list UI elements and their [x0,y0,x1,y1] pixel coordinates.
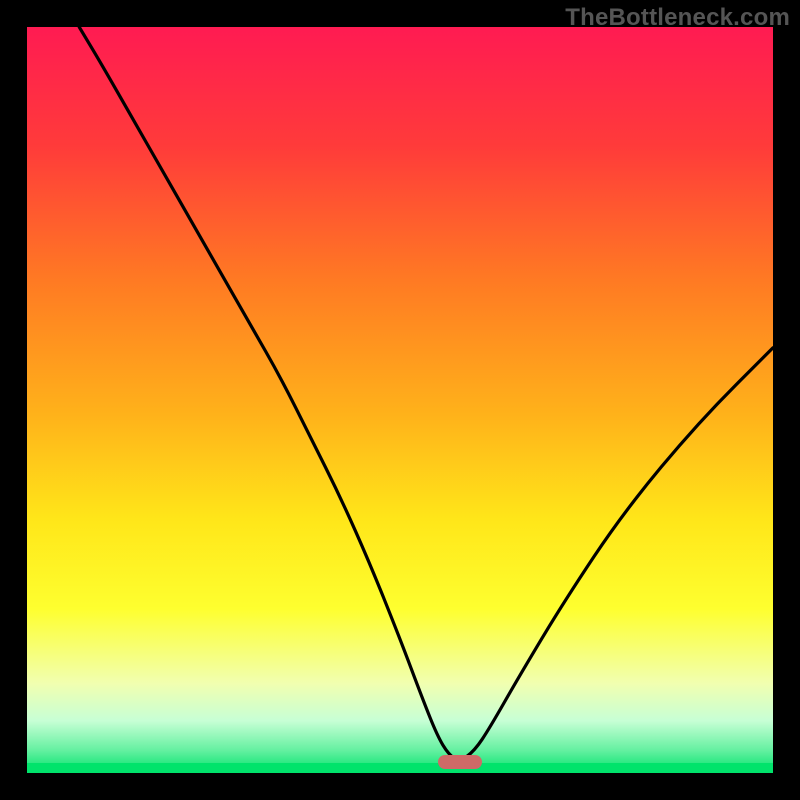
plot-area [27,27,773,773]
watermark-text: TheBottleneck.com [565,4,790,32]
optimal-marker [438,755,482,769]
bottleneck-curve [27,27,773,773]
chart-frame: TheBottleneck.com [0,0,800,800]
